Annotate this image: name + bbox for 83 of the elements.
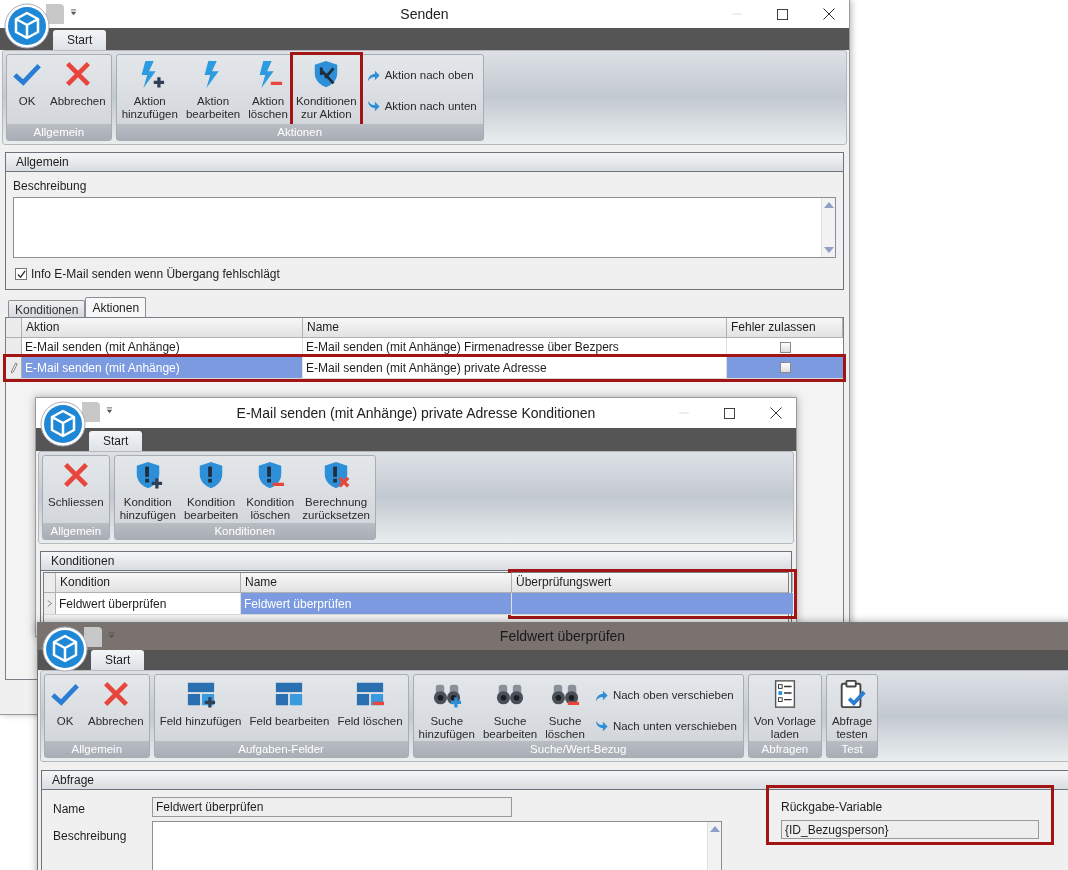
row-header[interactable] <box>6 357 22 378</box>
field-label: Rückgabe-Variable <box>781 800 884 814</box>
checkbox-label[interactable]: Info E-Mail senden wenn Übergang fehlschlägt <box>31 265 280 283</box>
checkbox[interactable] <box>779 341 791 353</box>
dropdown-icon[interactable] <box>70 9 77 16</box>
close-icon <box>770 407 782 419</box>
ribbon-button[interactable]: Kondition hinzufügen <box>116 456 179 523</box>
return-variable-field[interactable]: {ID_Bezugsperson} <box>781 820 1039 839</box>
maximize-icon <box>777 8 788 20</box>
ribbon-button[interactable]: Kondition löschen <box>243 456 298 523</box>
ribbon-button[interactable]: Nach unten verschieben <box>591 716 739 738</box>
panel-header: Allgemein <box>6 153 843 172</box>
column-header[interactable]: Kondition <box>56 573 241 592</box>
field-label: Beschreibung <box>13 178 88 193</box>
tab[interactable]: Aktionen <box>85 297 147 317</box>
ribbon-button[interactable]: Suche bearbeiten <box>479 675 541 741</box>
window-title: Senden <box>400 4 449 24</box>
window-title: Feldwert überprüfen <box>499 627 626 646</box>
ribbon-button[interactable]: OK <box>47 675 83 741</box>
table-cell: E-Mail senden (mit Anhänge) private Adresse <box>303 357 727 378</box>
ribbon-button[interactable]: Feld löschen <box>334 675 406 741</box>
group-label: Aufgaben-Felder <box>154 741 408 757</box>
ribbon-tab[interactable]: Start <box>53 30 107 50</box>
window-title: E-Mail senden (mit Anhänge) private Adresse Konditionen <box>236 403 596 423</box>
ribbon-button[interactable]: Nach oben verschieben <box>591 685 739 707</box>
pencil-icon <box>9 361 18 374</box>
group-label: Konditionen <box>114 523 375 539</box>
group-label: Suche/Wert-Bezug <box>413 741 743 757</box>
ribbon-button[interactable]: Abfrage testen <box>828 675 876 741</box>
scroll-up-icon <box>709 826 720 832</box>
ribbon-button[interactable]: Konditionen zur Aktion <box>292 55 360 124</box>
ribbon-tab[interactable]: Start <box>89 431 143 451</box>
ribbon-button[interactable]: Berechnung zurücksetzen <box>299 456 373 523</box>
description-field[interactable] <box>152 821 722 870</box>
ribbon-button[interactable]: Abbrechen <box>85 675 147 741</box>
column-header[interactable]: Aktion <box>22 318 303 337</box>
checkbox[interactable] <box>15 268 27 280</box>
close-icon <box>823 8 835 20</box>
column-header[interactable]: Fehler zulassen <box>727 318 843 337</box>
ribbon-button[interactable]: Abbrechen <box>47 55 109 124</box>
dropdown-icon[interactable] <box>106 407 113 414</box>
table-cell: E-Mail senden (mit Anhänge) <box>22 357 303 378</box>
ribbon-button[interactable]: Aktion nach unten <box>363 96 479 118</box>
table-cell: Feldwert überprüfen <box>56 593 241 614</box>
maximize-icon <box>724 407 735 419</box>
table-row[interactable]: E-Mail senden (mit Anhänge) E-Mail senden (mit Anhänge) private Adresse <box>6 357 843 379</box>
ribbon-tab[interactable]: Start <box>91 650 145 670</box>
tab[interactable]: Konditionen <box>8 300 86 317</box>
ribbon-button[interactable]: Aktion hinzufügen <box>118 55 181 124</box>
name-field[interactable]: Feldwert überprüfen <box>152 797 512 817</box>
group-label: Aktionen <box>116 124 483 140</box>
ribbon-button[interactable]: Feld hinzufügen <box>156 675 245 741</box>
field-label: Beschreibung <box>53 828 128 845</box>
column-header[interactable]: Name <box>303 318 727 337</box>
panel-header: Konditionen <box>41 552 791 571</box>
ribbon-button[interactable]: Aktion bearbeiten <box>182 55 244 124</box>
row-pointer-icon <box>46 599 53 608</box>
description-field[interactable] <box>13 197 836 258</box>
scroll-down-icon <box>823 247 834 253</box>
field-label: Name <box>53 801 86 818</box>
group-label: Allgemein <box>7 124 111 140</box>
group-label: Allgemein <box>43 523 109 539</box>
group-label: Abfragen <box>748 741 821 757</box>
scrollbar[interactable] <box>821 198 835 257</box>
ribbon-button[interactable]: Schliessen <box>45 456 107 523</box>
group-label: Allgemein <box>45 741 149 757</box>
ribbon-button[interactable]: Von Vorlage laden <box>750 675 819 741</box>
scroll-up-icon <box>823 202 834 208</box>
ribbon-button[interactable]: Aktion löschen <box>245 55 291 124</box>
ribbon-button[interactable]: Suche löschen <box>542 675 588 741</box>
scrollbar[interactable] <box>707 822 721 870</box>
ribbon-button[interactable]: OK <box>9 55 45 124</box>
panel-header: Abfrage <box>42 771 1068 790</box>
column-header[interactable]: Überprüfungswert <box>512 573 793 592</box>
ribbon-button[interactable]: Feld bearbeiten <box>246 675 333 741</box>
ribbon-button[interactable]: Kondition bearbeiten <box>180 456 242 523</box>
group-label: Test <box>826 741 878 757</box>
column-header[interactable]: Name <box>241 573 512 592</box>
checkbox[interactable] <box>779 362 791 373</box>
checkmark-icon <box>16 269 26 279</box>
ribbon-button[interactable]: Aktion nach oben <box>363 65 479 87</box>
table-cell: Feldwert überprüfen <box>241 593 512 614</box>
ribbon-button[interactable]: Suche hinzufügen <box>415 675 478 741</box>
